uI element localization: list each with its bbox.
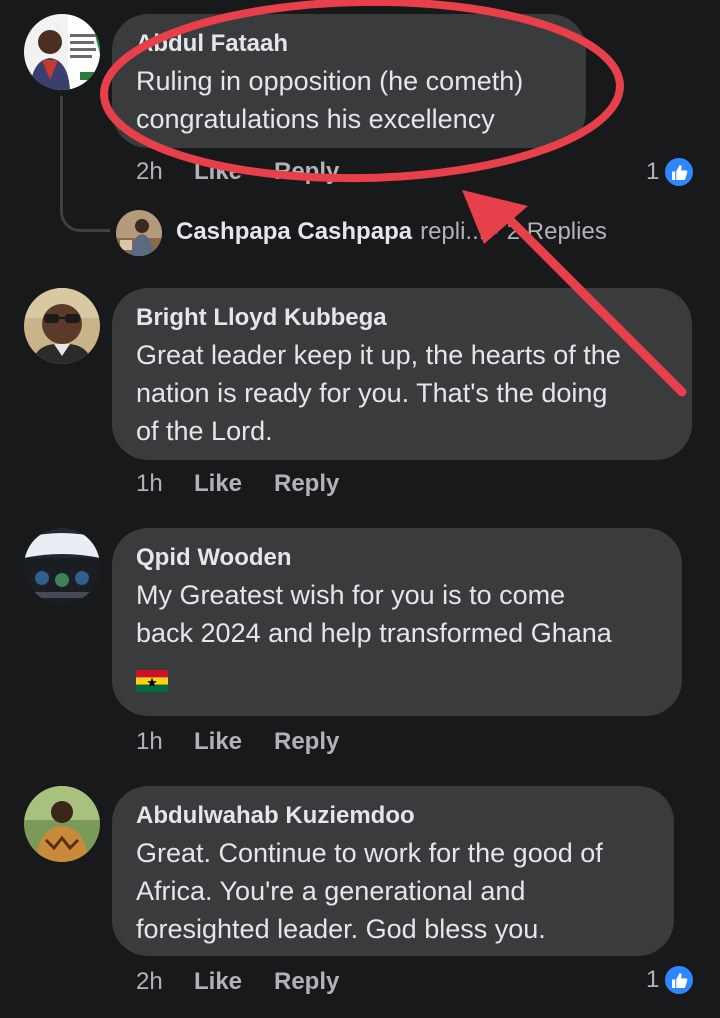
reply-button[interactable]: Reply <box>274 728 339 756</box>
reaction-count: 1 <box>646 966 660 993</box>
profile-photo-icon <box>24 288 100 364</box>
comment-actions: 2h Like Reply <box>136 158 339 186</box>
avatar-cashpapa[interactable] <box>116 210 162 256</box>
ghana-flag-icon <box>136 669 168 692</box>
comment-author[interactable]: Qpid Wooden <box>136 540 658 576</box>
comment-text: back 2024 and help transformed Ghana <box>136 618 612 648</box>
comment-actions: 1h Like Reply <box>136 728 339 756</box>
comment-actions: 2h Like Reply <box>136 968 339 996</box>
like-button[interactable]: Like <box>194 968 274 996</box>
comment-emoji <box>136 660 658 698</box>
thumbs-up-icon <box>663 964 696 996</box>
reply-button[interactable]: Reply <box>274 968 339 996</box>
comment-author[interactable]: Bright Lloyd Kubbega <box>136 300 668 336</box>
avatar-qpid-wooden[interactable] <box>24 528 100 604</box>
profile-photo-icon <box>24 528 100 604</box>
comment-text: My Greatest wish for you is to come <box>136 580 566 610</box>
like-button[interactable]: Like <box>194 728 274 756</box>
comment-timestamp[interactable]: 1h <box>136 470 194 498</box>
reply-button[interactable]: Reply <box>274 470 339 498</box>
comment-text: foresighted leader. God bless you. <box>136 914 546 944</box>
comment-text: Africa. You're a generational and <box>136 876 526 906</box>
comment-text: congratulations his excellency <box>136 104 495 134</box>
replies-count[interactable]: repli... · 2 Replies <box>420 218 607 246</box>
comment-bubble[interactable]: Abdulwahab Kuziemdoo Great. Continue to … <box>112 786 674 956</box>
comment-timestamp[interactable]: 1h <box>136 728 194 756</box>
reaction-summary[interactable]: 1 <box>646 156 696 188</box>
comment-timestamp[interactable]: 2h <box>136 158 194 186</box>
thread-connector-line <box>60 96 110 232</box>
like-button[interactable]: Like <box>194 158 274 186</box>
profile-photo-icon <box>24 786 100 862</box>
reaction-count: 1 <box>646 158 660 185</box>
avatar-abdulwahab-kuziemdoo[interactable] <box>24 786 100 862</box>
thumbs-up-icon <box>663 156 696 188</box>
comment-bubble[interactable]: Bright Lloyd Kubbega Great leader keep i… <box>112 288 692 460</box>
reply-author[interactable]: Cashpapa Cashpapa <box>176 218 412 246</box>
like-button[interactable]: Like <box>194 470 274 498</box>
reply-button[interactable]: Reply <box>274 158 339 186</box>
comment-bubble[interactable]: Qpid Wooden My Greatest wish for you is … <box>112 528 682 716</box>
comment-actions: 1h Like Reply <box>136 470 339 498</box>
avatar-abdul-fataah[interactable] <box>24 14 100 90</box>
comment-author[interactable]: Abdul Fataah <box>136 26 562 62</box>
comment-timestamp[interactable]: 2h <box>136 968 194 996</box>
view-replies-link[interactable]: Cashpapa Cashpapa repli... · 2 Replies <box>176 218 607 246</box>
comment-bubble[interactable]: Abdul Fataah Ruling in opposition (he co… <box>112 14 586 148</box>
comment-text: of the Lord. <box>136 416 273 446</box>
profile-photo-icon <box>24 14 100 90</box>
comment-text: Ruling in opposition (he cometh) <box>136 66 524 96</box>
comment-author[interactable]: Abdulwahab Kuziemdoo <box>136 798 650 834</box>
comment-text: nation is ready for you. That's the doin… <box>136 378 608 408</box>
comment-text: Great. Continue to work for the good of <box>136 838 603 868</box>
profile-photo-icon <box>116 210 162 256</box>
comment-text: Great leader keep it up, the hearts of t… <box>136 340 621 370</box>
avatar-bright-lloyd-kubbega[interactable] <box>24 288 100 364</box>
reaction-summary[interactable]: 1 <box>646 964 696 996</box>
